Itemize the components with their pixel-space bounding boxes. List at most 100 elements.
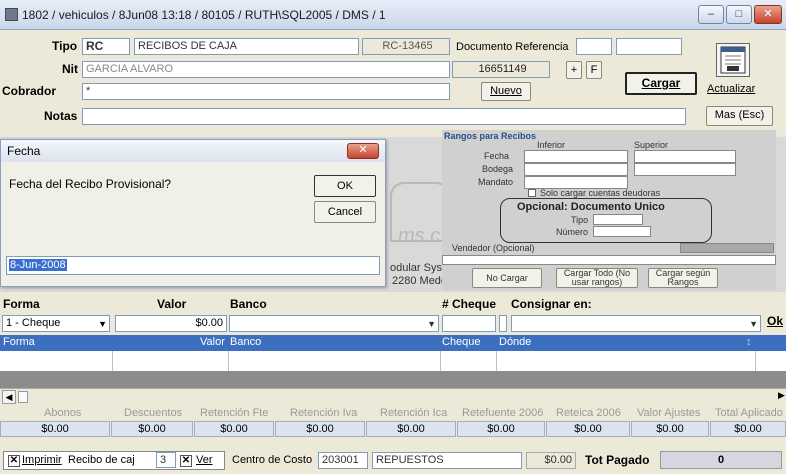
doc-ref-label: Documento Referencia bbox=[456, 41, 569, 53]
dialog-ok-button[interactable]: OK bbox=[314, 175, 376, 197]
ok-button[interactable]: Ok bbox=[767, 314, 783, 328]
opcional-numero-label: Número bbox=[556, 227, 589, 237]
date-input-value: 8-Jun-2008 bbox=[9, 259, 67, 271]
opcional-box: Opcional: Documento Unico Tipo Número bbox=[500, 198, 712, 243]
recibo-copies-field[interactable]: 3 bbox=[156, 452, 176, 468]
banco-chevron-icon: ▼ bbox=[427, 319, 436, 329]
minimize-button[interactable]: – bbox=[698, 5, 724, 24]
retefuente-2006-value: $0.00 bbox=[457, 421, 545, 437]
total-aplicado-value: $0.00 bbox=[710, 421, 786, 437]
cargar-button[interactable]: Cargar bbox=[625, 72, 697, 95]
col-forma[interactable]: Forma bbox=[3, 336, 35, 348]
banco-select[interactable]: ▼ bbox=[229, 315, 439, 332]
opcional-numero-field[interactable] bbox=[593, 226, 651, 237]
reteica-2006-value: $0.00 bbox=[546, 421, 630, 437]
valor-field[interactable]: $0.00 bbox=[115, 315, 227, 332]
inferior-label: Inferior bbox=[537, 140, 566, 150]
dialog-title-bar: Fecha bbox=[1, 140, 385, 162]
doc-ref-type-field[interactable] bbox=[576, 38, 612, 55]
company-text-2: 2280 Medel bbox=[392, 275, 450, 287]
tipo-label: Tipo bbox=[52, 39, 78, 53]
col-donde[interactable]: Dónde bbox=[499, 336, 531, 348]
cargar-segun-button[interactable]: Cargar según Rangos bbox=[648, 268, 718, 288]
centro-costo-label: Centro de Costo bbox=[232, 454, 313, 466]
table-empty-area bbox=[0, 371, 786, 388]
col-valor[interactable]: Valor bbox=[200, 336, 225, 348]
fecha-inferior-field[interactable] bbox=[524, 150, 628, 163]
f-button[interactable]: F bbox=[586, 61, 602, 79]
fecha-superior-field[interactable] bbox=[634, 150, 736, 163]
retencion-fte-value: $0.00 bbox=[194, 421, 274, 437]
valor-ajustes-value: $0.00 bbox=[631, 421, 709, 437]
watermark-text: ms.c bbox=[398, 225, 441, 247]
dialog-close-icon[interactable]: ✕ bbox=[347, 143, 379, 159]
amount-field: $0.00 bbox=[526, 452, 576, 469]
retencion-iva-value: $0.00 bbox=[275, 421, 365, 437]
abonos-label: Abonos bbox=[44, 407, 82, 419]
title-bar: 1802 / vehiculos / 8Jun08 13:18 / 80105 … bbox=[0, 0, 786, 30]
date-input[interactable]: 8-Jun-2008 bbox=[6, 256, 380, 275]
col-cheque[interactable]: Cheque bbox=[442, 336, 481, 348]
forma-select-value: 1 - Cheque bbox=[6, 317, 61, 329]
fecha-dialog: Fecha ✕ Fecha del Recibo Provisional? OK… bbox=[0, 139, 386, 287]
actualizar-icon[interactable] bbox=[716, 43, 750, 77]
notas-label: Notas bbox=[44, 109, 78, 123]
bodega-label: Bodega bbox=[482, 164, 514, 174]
forma-select[interactable]: 1 - Cheque ▼ bbox=[2, 315, 110, 332]
solo-cargar-label: Solo cargar cuentas deudoras bbox=[540, 188, 661, 198]
imprimir-checkbox[interactable]: ✕ bbox=[8, 455, 20, 467]
centro-costo-code-field[interactable]: 203001 bbox=[318, 452, 368, 469]
tipo-code-field[interactable]: RC bbox=[82, 38, 130, 55]
forma-header: Forma bbox=[3, 297, 40, 311]
notas-field[interactable] bbox=[82, 108, 686, 125]
valor-header: Valor bbox=[157, 297, 187, 311]
rangos-panel: Rangos para Recibos Inferior Superior Fe… bbox=[442, 130, 776, 290]
recibo-label: Recibo de caj bbox=[68, 454, 135, 466]
close-button[interactable]: ✕ bbox=[754, 5, 782, 24]
no-cargar-button[interactable]: No Cargar bbox=[472, 268, 542, 288]
imprimir-label: Imprimir bbox=[22, 454, 62, 466]
nuevo-button[interactable]: Nuevo bbox=[481, 82, 531, 101]
retencion-iva-label: Retención Iva bbox=[290, 407, 358, 419]
rangos-title: Rangos para Recibos bbox=[444, 131, 537, 141]
col-banco[interactable]: Banco bbox=[230, 336, 261, 348]
cargar-label: Cargar bbox=[641, 76, 681, 90]
cheque-header: # Cheque bbox=[442, 297, 497, 311]
centro-costo-name-field: REPUESTOS bbox=[372, 452, 522, 469]
consignar-chevron-icon: ▼ bbox=[749, 319, 758, 329]
bottom-bar: ✕ Imprimir Recibo de caj 3 ✕ Ver Centro … bbox=[0, 448, 786, 474]
scroll-right-icon[interactable]: ▶ bbox=[778, 390, 785, 401]
vendedor-name-field bbox=[680, 243, 774, 253]
company-text-1: odular Syst bbox=[390, 262, 446, 274]
ver-checkbox[interactable]: ✕ bbox=[180, 455, 192, 467]
payment-input-row: 1 - Cheque ▼ $0.00 ▼ ▼ Ok bbox=[0, 313, 786, 334]
solo-cargar-checkbox[interactable] bbox=[528, 189, 536, 197]
bodega-inferior-field[interactable] bbox=[524, 163, 628, 176]
tot-pagado-label: Tot Pagado bbox=[585, 453, 650, 467]
nit-name-field[interactable]: GARCIA ALVARO bbox=[82, 61, 450, 78]
document-header-form: Tipo RC RECIBOS DE CAJA RC-13465 Documen… bbox=[0, 31, 786, 137]
bodega-superior-field[interactable] bbox=[634, 163, 736, 176]
totals-labels: Abonos Descuentos Retención Fte Retenció… bbox=[0, 407, 786, 421]
vendedor-field[interactable] bbox=[442, 255, 776, 265]
retencion-ica-label: Retención Ica bbox=[380, 407, 448, 419]
actualizar-label[interactable]: Actualizar bbox=[707, 83, 755, 95]
opcional-tipo-field[interactable] bbox=[593, 214, 643, 225]
maximize-button[interactable]: □ bbox=[726, 5, 752, 24]
cheque-field[interactable] bbox=[442, 315, 496, 332]
dialog-cancel-button[interactable]: Cancel bbox=[314, 201, 376, 223]
cobrador-field[interactable]: * bbox=[82, 83, 450, 100]
cargar-todo-button[interactable]: Cargar Todo (No usar rangos) bbox=[556, 268, 638, 288]
consignar-code-field[interactable] bbox=[499, 315, 507, 332]
mas-esc-button[interactable]: Mas (Esc) bbox=[706, 106, 773, 126]
scroll-thumb[interactable] bbox=[18, 391, 28, 403]
nit-label: Nit bbox=[62, 62, 78, 76]
scroll-left-icon[interactable]: ◀ bbox=[2, 390, 16, 404]
consignar-select[interactable]: ▼ bbox=[511, 315, 761, 332]
horizontal-scrollbar[interactable]: ◀ ▶ bbox=[0, 388, 786, 405]
ver-label: Ver bbox=[196, 454, 213, 466]
vendedor-label: Vendedor (Opcional) bbox=[452, 243, 535, 253]
doc-ref-number-field[interactable] bbox=[616, 38, 682, 55]
plus-button[interactable]: + bbox=[566, 61, 582, 79]
total-aplicado-label: Total Aplicado bbox=[715, 407, 783, 419]
